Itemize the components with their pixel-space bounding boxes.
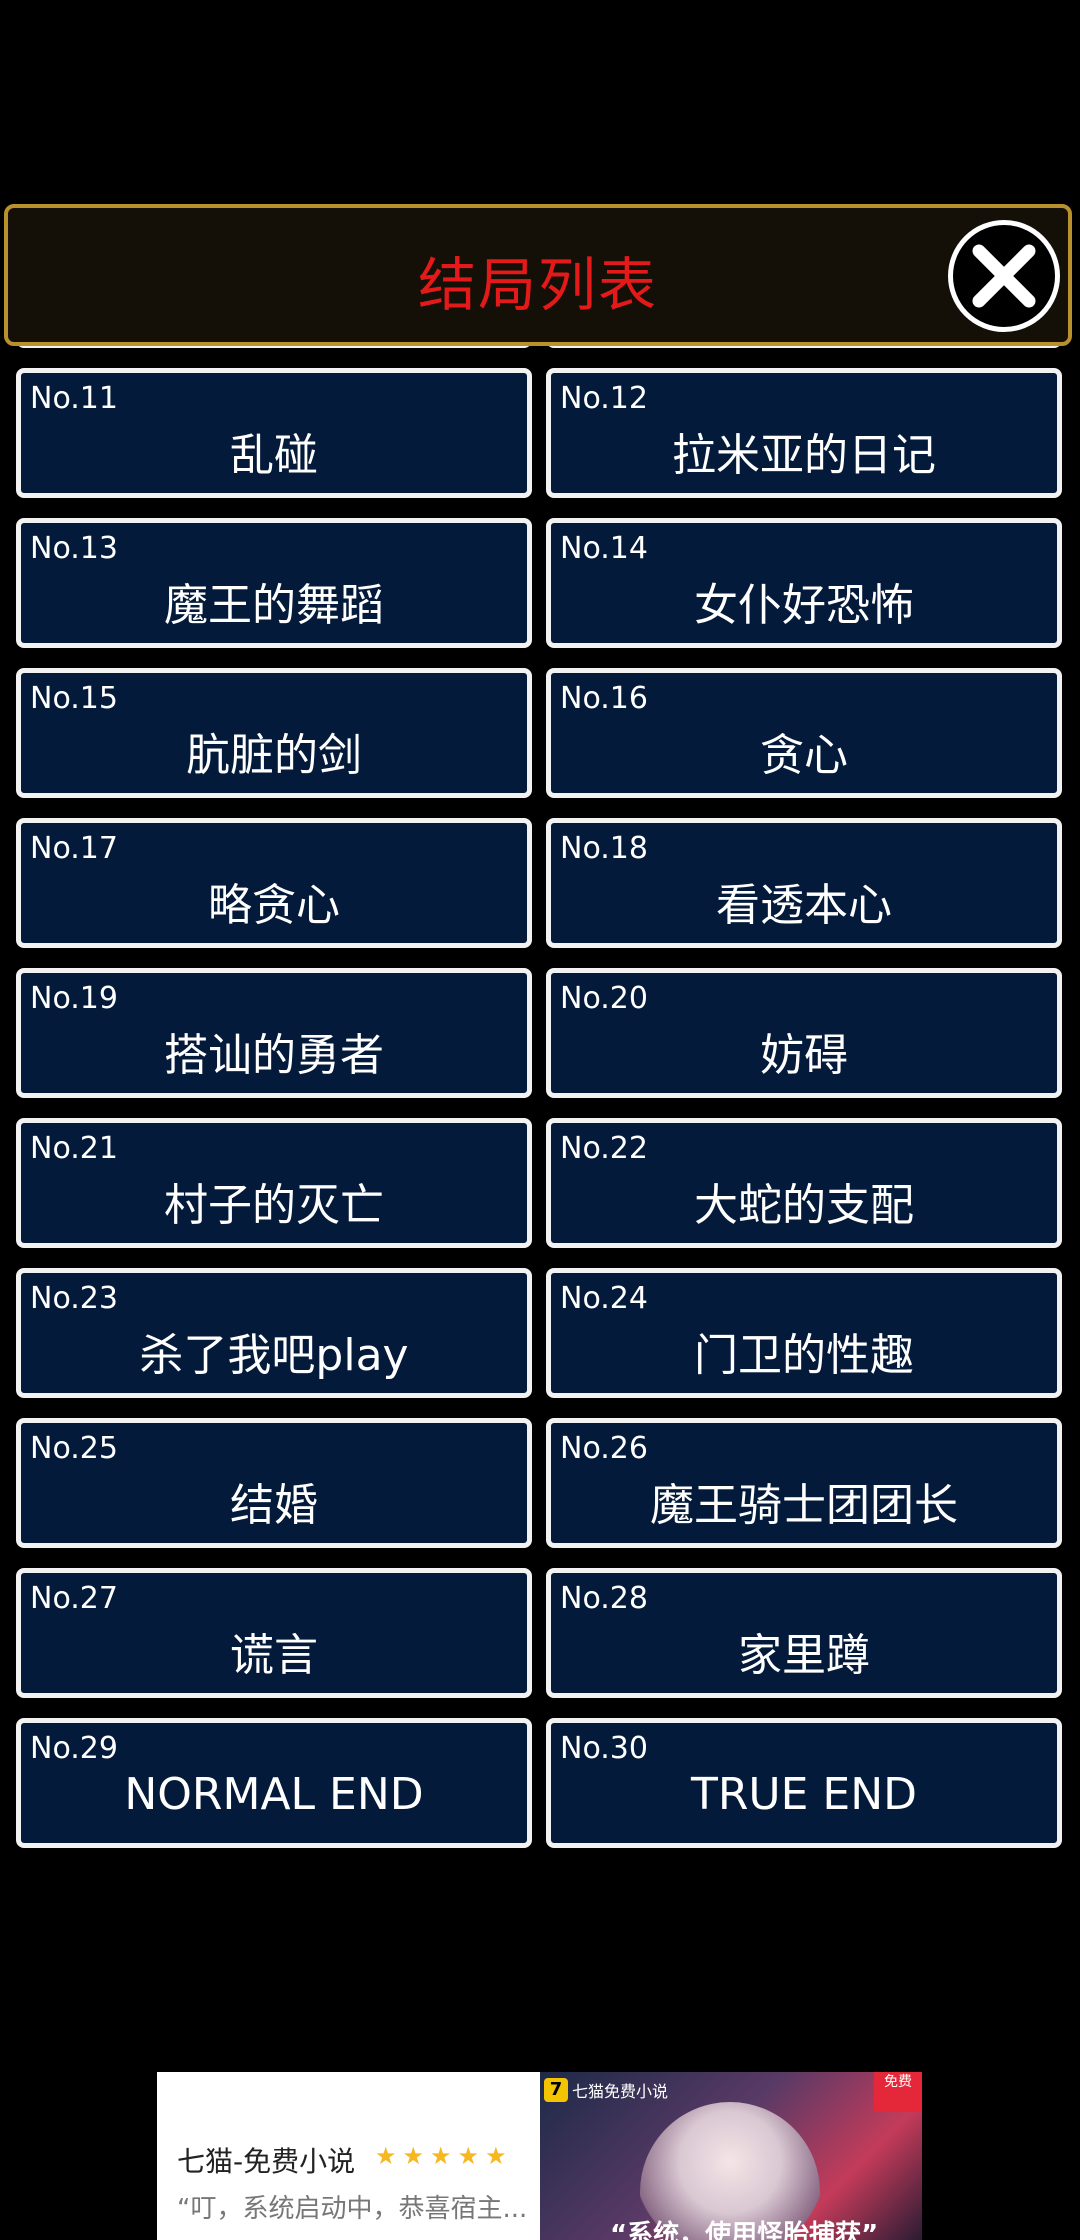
ending-card[interactable]: No.14 女仆好恐怖	[546, 518, 1062, 648]
ending-card[interactable]: No.30 TRUE END	[546, 1718, 1062, 1848]
ending-card[interactable]: No.19 搭讪的勇者	[16, 968, 532, 1098]
ending-card[interactable]: No.13 魔王的舞蹈	[16, 518, 532, 648]
ending-card[interactable]: No.21 村子的灭亡	[16, 1118, 532, 1248]
close-button[interactable]	[948, 220, 1060, 332]
ending-number: No.23	[30, 1281, 118, 1316]
ending-number: No.20	[560, 981, 648, 1016]
ad-banner[interactable]: 七猫-免费小说 ★★★★★ “叮，系统启动中，恭喜宿主... 7 七猫免费小说 …	[157, 2072, 922, 2240]
ending-title: 魔王的舞蹈	[164, 580, 384, 631]
ad-logo: 7	[544, 2078, 568, 2102]
page-title: 结局列表	[417, 251, 658, 319]
ending-card[interactable]: No.11 乱碰	[16, 368, 532, 498]
ending-card[interactable]: No.29 NORMAL END	[16, 1718, 532, 1848]
ending-number: No.11	[30, 381, 118, 416]
ending-card[interactable]: No.12 拉米亚的日记	[546, 368, 1062, 498]
ending-title: 略贪心	[208, 880, 340, 931]
ending-title: 村子的灭亡	[164, 1180, 384, 1231]
ending-title: 看透本心	[716, 880, 892, 931]
ending-card[interactable]: No.17 略贪心	[16, 818, 532, 948]
ending-title: 乱碰	[230, 430, 318, 481]
ending-title: 拉米亚的日记	[672, 430, 936, 481]
ending-title: NORMAL END	[124, 1769, 424, 1820]
ending-card[interactable]: No.18 看透本心	[546, 818, 1062, 948]
endings-list[interactable]: No.9放置No.10变态勇者No.11乱碰No.12拉米亚的日记No.13魔王…	[16, 318, 1064, 1956]
ending-card[interactable]: No.24 门卫的性趣	[546, 1268, 1062, 1398]
ending-number: No.13	[30, 531, 118, 566]
ending-number: No.19	[30, 981, 118, 1016]
ad-caption: “系统，使用怪胎捕获”	[610, 2220, 879, 2240]
ending-title: 谎言	[230, 1630, 318, 1681]
ending-number: No.15	[30, 681, 118, 716]
ending-number: No.29	[30, 1731, 118, 1766]
ending-card[interactable]: No.26 魔王骑士团团长	[546, 1418, 1062, 1548]
ad-rating-stars: ★★★★★	[375, 2142, 513, 2170]
ending-title: 结婚	[230, 1480, 318, 1531]
ending-title: 贪心	[760, 730, 848, 781]
ending-card[interactable]: No.27 谎言	[16, 1568, 532, 1698]
ending-title: 家里蹲	[738, 1630, 870, 1681]
ending-number: No.18	[560, 831, 648, 866]
ending-number: No.24	[560, 1281, 648, 1316]
ending-number: No.28	[560, 1581, 648, 1616]
ending-number: No.26	[560, 1431, 648, 1466]
ending-card[interactable]: No.25 结婚	[16, 1418, 532, 1548]
ending-card[interactable]: No.15 肮脏的剑	[16, 668, 532, 798]
ending-number: No.17	[30, 831, 118, 866]
ending-title: 搭讪的勇者	[164, 1030, 384, 1081]
ending-title: 妨碍	[760, 1030, 848, 1081]
ending-card[interactable]: No.28 家里蹲	[546, 1568, 1062, 1698]
ad-app-name: 七猫-免费小说	[177, 2145, 356, 2178]
ending-card[interactable]: No.23 杀了我吧play	[16, 1268, 532, 1398]
ending-number: No.14	[560, 531, 648, 566]
ending-title: 肮脏的剑	[186, 730, 362, 781]
ending-number: No.25	[30, 1431, 118, 1466]
ending-number: No.22	[560, 1131, 648, 1166]
ending-card[interactable]: No.16 贪心	[546, 668, 1062, 798]
ad-brand: 七猫免费小说	[572, 2082, 669, 2101]
ending-title: 大蛇的支配	[694, 1180, 914, 1231]
ad-description: “叮，系统启动中，恭喜宿主...	[177, 2194, 528, 2224]
ending-title: 杀了我吧play	[139, 1330, 409, 1381]
ad-badge: 免费	[874, 2072, 922, 2112]
ad-text-panel: 七猫-免费小说 ★★★★★ “叮，系统启动中，恭喜宿主...	[157, 2072, 540, 2240]
ending-title: 女仆好恐怖	[694, 580, 914, 631]
ending-title: 魔王骑士团团长	[650, 1480, 958, 1531]
ending-number: No.21	[30, 1131, 118, 1166]
ending-card[interactable]: No.20 妨碍	[546, 968, 1062, 1098]
ending-title: 门卫的性趣	[694, 1330, 914, 1381]
ending-number: No.16	[560, 681, 648, 716]
ending-number: No.30	[560, 1731, 648, 1766]
ending-number: No.12	[560, 381, 648, 416]
ending-card[interactable]: No.22 大蛇的支配	[546, 1118, 1062, 1248]
ad-image[interactable]: 7 七猫免费小说 免费 “系统，使用怪胎捕获”	[540, 2072, 922, 2240]
ending-number: No.27	[30, 1581, 118, 1616]
close-icon	[972, 244, 1036, 308]
title-bar: 结局列表	[4, 204, 1072, 346]
ending-title: TRUE END	[690, 1769, 918, 1820]
endings-grid: No.9放置No.10变态勇者No.11乱碰No.12拉米亚的日记No.13魔王…	[16, 318, 1064, 1848]
